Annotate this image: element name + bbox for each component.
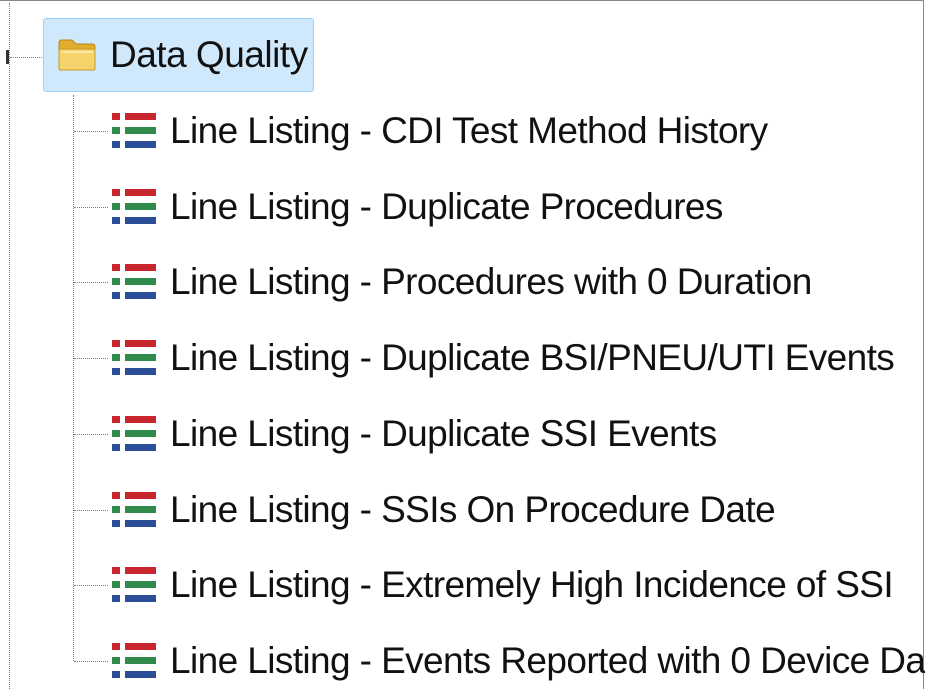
tree-node-label: Line Listing - Duplicate SSI Events bbox=[170, 413, 717, 454]
tree-guide-connector bbox=[74, 131, 108, 132]
tree-guide-connector bbox=[74, 358, 108, 359]
line-listing-icon bbox=[111, 642, 157, 680]
tree-node-line-listing[interactable]: Line Listing - Procedures with 0 Duratio… bbox=[74, 254, 919, 310]
line-listing-icon bbox=[111, 566, 157, 604]
line-listing-icon bbox=[111, 263, 157, 301]
tree-guide-connector bbox=[74, 207, 108, 208]
tree-node-line-listing[interactable]: Line Listing - Extremely High Incidence … bbox=[74, 557, 919, 613]
tree-guide-root-connector bbox=[10, 57, 42, 58]
tree-node-line-listing[interactable]: Line Listing - Duplicate Procedures bbox=[74, 179, 919, 235]
tree-node-label: Line Listing - SSIs On Procedure Date bbox=[170, 489, 776, 530]
tree-node-line-listing[interactable]: Line Listing - Duplicate SSI Events bbox=[74, 406, 919, 462]
tree-node-line-listing[interactable]: Line Listing - CDI Test Method History bbox=[74, 103, 919, 159]
tree-guide-connector bbox=[74, 282, 108, 283]
tree-node-data-quality[interactable]: Data Quality bbox=[43, 18, 314, 92]
tree-node-line-listing[interactable]: Line Listing - SSIs On Procedure Date bbox=[74, 482, 919, 538]
line-listing-icon bbox=[111, 188, 157, 226]
line-listing-icon bbox=[111, 415, 157, 453]
tree-node-label: Line Listing - Duplicate Procedures bbox=[170, 186, 723, 227]
tree-guide-root bbox=[9, 3, 10, 689]
expand-collapse-handle[interactable] bbox=[6, 50, 9, 64]
tree-node-label: Line Listing - Extremely High Incidence … bbox=[170, 564, 894, 605]
line-listing-icon bbox=[111, 491, 157, 529]
tree-node-label: Data Quality bbox=[110, 34, 308, 75]
tree-node-label: Line Listing - Duplicate BSI/PNEU/UTI Ev… bbox=[170, 337, 895, 378]
tree-guide-connector bbox=[74, 661, 108, 662]
tree-node-label: Line Listing - CDI Test Method History bbox=[170, 110, 768, 151]
line-listing-icon bbox=[111, 112, 157, 150]
tree-guide-connector bbox=[74, 434, 108, 435]
tree-node-label: Line Listing - Events Reported with 0 De… bbox=[170, 640, 925, 681]
tree-panel: Data Quality Line Listing - CDI Test Met… bbox=[0, 0, 925, 689]
tree-node-line-listing[interactable]: Line Listing - Events Reported with 0 De… bbox=[74, 633, 925, 689]
line-listing-icon bbox=[111, 339, 157, 377]
tree-guide-connector bbox=[74, 510, 108, 511]
tree-node-line-listing[interactable]: Line Listing - Duplicate BSI/PNEU/UTI Ev… bbox=[74, 330, 919, 386]
folder-icon bbox=[58, 39, 96, 71]
tree-guide-connector bbox=[74, 585, 108, 586]
tree-node-label: Line Listing - Procedures with 0 Duratio… bbox=[170, 261, 812, 302]
